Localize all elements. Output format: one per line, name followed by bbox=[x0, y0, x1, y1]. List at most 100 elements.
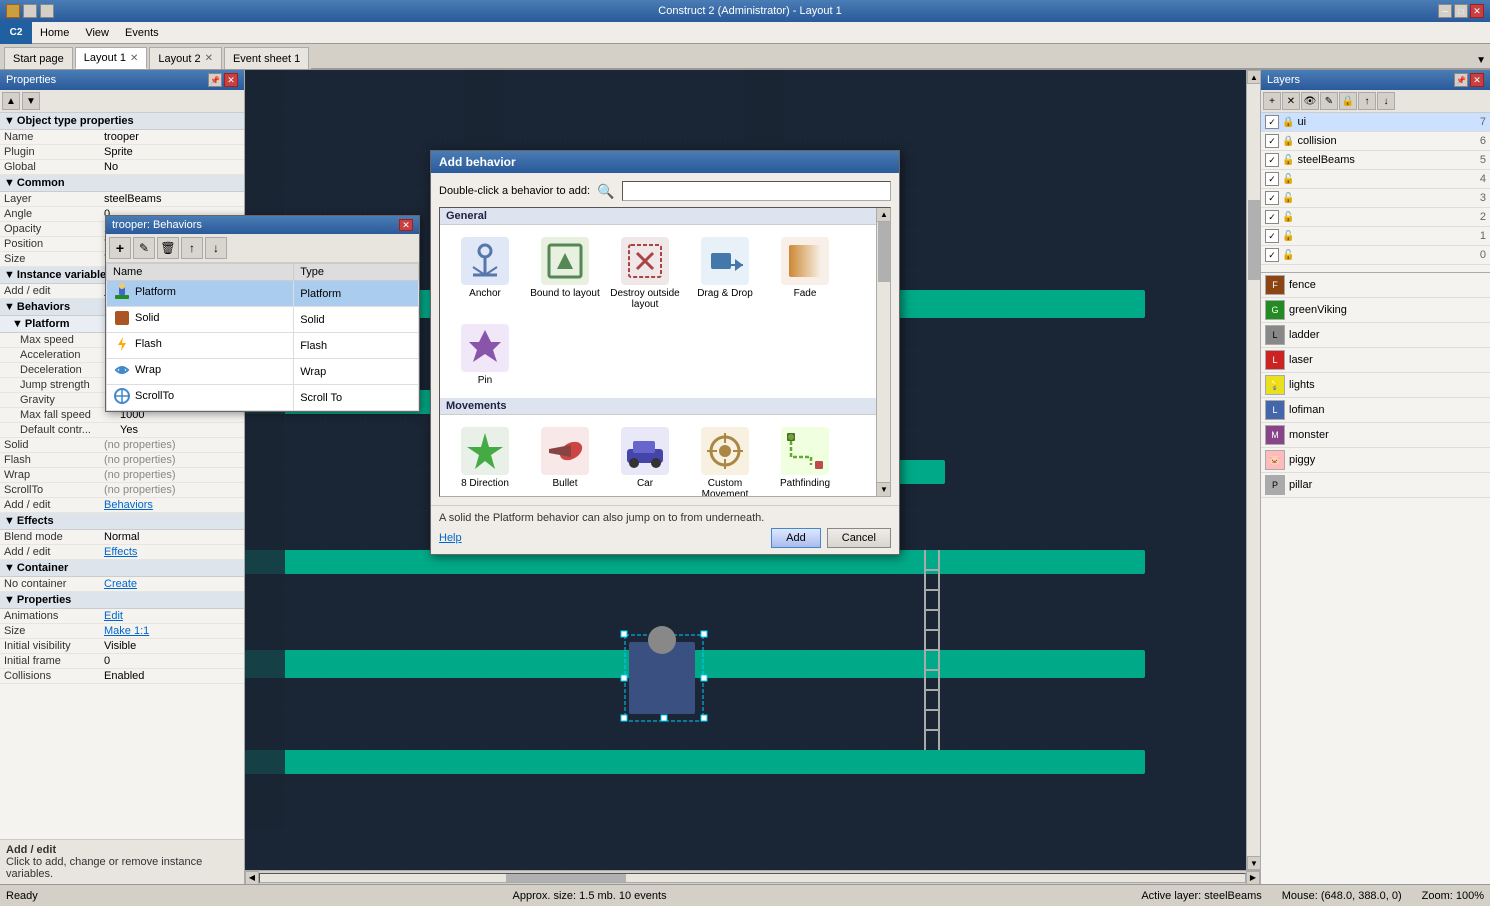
behavior-row-solid[interactable]: Solid Solid bbox=[107, 307, 419, 333]
add-behavior-add-btn[interactable]: Add bbox=[771, 528, 821, 548]
section-effects[interactable]: ▼ Effects bbox=[0, 513, 244, 530]
prop-toolbar-btn2[interactable]: ▼ bbox=[22, 92, 40, 110]
titlebar-close[interactable]: ✕ bbox=[1470, 4, 1484, 18]
behavior-row-wrap[interactable]: Wrap Wrap bbox=[107, 359, 419, 385]
object-lights[interactable]: 💡 lights bbox=[1261, 373, 1490, 398]
behavior-scroll-up[interactable]: ▲ bbox=[877, 208, 891, 222]
properties-close[interactable]: ✕ bbox=[224, 73, 238, 87]
canvas-scrollbar-h[interactable]: ◀ ▶ bbox=[245, 870, 1260, 884]
menu-events[interactable]: Events bbox=[117, 25, 167, 41]
layer-vis-steelbeams[interactable]: ✓ bbox=[1265, 153, 1279, 167]
maximize-button[interactable] bbox=[40, 4, 54, 18]
section-properties[interactable]: ▼ Properties bbox=[0, 592, 244, 609]
layers-down-btn[interactable]: ↓ bbox=[1377, 92, 1395, 110]
canvas-scroll-down[interactable]: ▼ bbox=[1247, 856, 1260, 870]
layer-vis-3[interactable]: ✓ bbox=[1265, 191, 1279, 205]
search-input[interactable] bbox=[622, 181, 891, 201]
section-container[interactable]: ▼ Container bbox=[0, 560, 244, 577]
tab-dropdown-btn[interactable]: ▼ bbox=[1472, 53, 1490, 69]
layer-row-3[interactable]: ✓ 🔓 3 bbox=[1261, 189, 1490, 208]
behavior-custom-movement[interactable]: Custom Movement bbox=[686, 421, 764, 497]
behavior-scroll-thumb[interactable] bbox=[878, 222, 890, 282]
layers-close[interactable]: ✕ bbox=[1470, 73, 1484, 87]
behaviors-delete-btn[interactable]: 🗑 bbox=[157, 237, 179, 259]
object-fence[interactable]: F fence bbox=[1261, 273, 1490, 298]
canvas-scroll-track-h[interactable] bbox=[259, 873, 1246, 883]
behavior-fade[interactable]: Fade bbox=[766, 231, 844, 316]
behavior-row-flash[interactable]: Flash Flash bbox=[107, 333, 419, 359]
behavior-destroy-outside[interactable]: Destroy outside layout bbox=[606, 231, 684, 316]
behavior-row-scrollto[interactable]: ScrollTo Scroll To bbox=[107, 385, 419, 411]
object-laser[interactable]: L laser bbox=[1261, 348, 1490, 373]
object-greenviking[interactable]: G greenViking bbox=[1261, 298, 1490, 323]
titlebar-minimize[interactable]: ─ bbox=[1438, 4, 1452, 18]
behavior-bullet[interactable]: Bullet bbox=[526, 421, 604, 497]
behavior-pathfinding[interactable]: Pathfinding bbox=[766, 421, 844, 497]
layer-row-1[interactable]: ✓ 🔓 1 bbox=[1261, 227, 1490, 246]
layer-row-collision[interactable]: ✓ 🔒 collision 6 bbox=[1261, 132, 1490, 151]
tab-start-page[interactable]: Start page bbox=[4, 47, 73, 69]
layer-vis-0[interactable]: ✓ bbox=[1265, 248, 1279, 262]
add-behavior-help-link[interactable]: Help bbox=[439, 532, 462, 544]
canvas-scroll-track-v[interactable] bbox=[1247, 84, 1260, 856]
menu-home[interactable]: Home bbox=[32, 25, 77, 41]
canvas-scroll-left[interactable]: ◀ bbox=[245, 871, 259, 885]
layers-add-btn[interactable]: + bbox=[1263, 92, 1281, 110]
tab-eventsheet1[interactable]: Event sheet 1 bbox=[224, 47, 309, 69]
canvas-scroll-right[interactable]: ▶ bbox=[1246, 871, 1260, 885]
object-pillar[interactable]: P pillar bbox=[1261, 473, 1490, 498]
behavior-anchor[interactable]: Anchor bbox=[446, 231, 524, 316]
layers-up-btn[interactable]: ↑ bbox=[1358, 92, 1376, 110]
behavior-scroll-track[interactable] bbox=[877, 222, 890, 482]
tab-layout1[interactable]: Layout 1 ✕ bbox=[75, 47, 148, 69]
object-piggy[interactable]: 🐷 piggy bbox=[1261, 448, 1490, 473]
minimize-button[interactable] bbox=[6, 4, 20, 18]
titlebar-maximize[interactable]: □ bbox=[1454, 4, 1468, 18]
canvas-scroll-up[interactable]: ▲ bbox=[1247, 70, 1260, 84]
tab-layout1-close[interactable]: ✕ bbox=[130, 53, 138, 64]
add-behavior-cancel-btn[interactable]: Cancel bbox=[827, 528, 891, 548]
layer-row-2[interactable]: ✓ 🔓 2 bbox=[1261, 208, 1490, 227]
behaviors-down-btn[interactable]: ↓ bbox=[205, 237, 227, 259]
layer-row-0[interactable]: ✓ 🔓 0 bbox=[1261, 246, 1490, 265]
layer-vis-collision[interactable]: ✓ bbox=[1265, 134, 1279, 148]
object-lofiman[interactable]: L lofiman bbox=[1261, 398, 1490, 423]
layer-row-ui[interactable]: ✓ 🔒 ui 7 bbox=[1261, 113, 1490, 132]
behavior-pin[interactable]: Pin bbox=[446, 318, 524, 392]
behaviors-up-btn[interactable]: ↑ bbox=[181, 237, 203, 259]
layer-row-4[interactable]: ✓ 🔓 4 bbox=[1261, 170, 1490, 189]
tab-layout2[interactable]: Layout 2 ✕ bbox=[149, 47, 222, 69]
section-common[interactable]: ▼ Common bbox=[0, 175, 244, 192]
menu-view[interactable]: View bbox=[77, 25, 117, 41]
behavior-bound-layout[interactable]: Bound to layout bbox=[526, 231, 604, 316]
layer-vis-2[interactable]: ✓ bbox=[1265, 210, 1279, 224]
layers-eye-btn[interactable]: 👁 bbox=[1301, 92, 1319, 110]
object-ladder[interactable]: L ladder bbox=[1261, 323, 1490, 348]
canvas-scrollbar-v[interactable]: ▲ ▼ bbox=[1246, 70, 1260, 870]
behavior-scroll-down[interactable]: ▼ bbox=[877, 482, 891, 496]
behaviors-add-btn[interactable]: + bbox=[109, 237, 131, 259]
layers-delete-btn[interactable]: ✕ bbox=[1282, 92, 1300, 110]
behavior-row-platform[interactable]: Platform Platform bbox=[107, 281, 419, 307]
behavior-grid-scrollbar[interactable]: ▲ ▼ bbox=[876, 208, 890, 496]
properties-pin[interactable]: 📌 bbox=[208, 73, 222, 87]
canvas-scroll-thumb-v[interactable] bbox=[1248, 200, 1260, 280]
section-object-type[interactable]: ▼ Object type properties bbox=[0, 113, 244, 130]
behaviors-dialog-close[interactable]: ✕ bbox=[399, 219, 413, 231]
canvas-scroll-thumb-h[interactable] bbox=[506, 874, 626, 882]
layers-lock-btn[interactable]: 🔒 bbox=[1339, 92, 1357, 110]
layers-pencil-btn[interactable]: ✎ bbox=[1320, 92, 1338, 110]
layer-vis-ui[interactable]: ✓ bbox=[1265, 115, 1279, 129]
layer-row-steelbeams[interactable]: ✓ 🔓 steelBeams 5 bbox=[1261, 151, 1490, 170]
layers-pin[interactable]: 📌 bbox=[1454, 73, 1468, 87]
behaviors-edit-btn[interactable]: ✎ bbox=[133, 237, 155, 259]
tab-layout2-close[interactable]: ✕ bbox=[205, 53, 213, 64]
restore-button[interactable] bbox=[23, 4, 37, 18]
behavior-8direction[interactable]: 8 Direction bbox=[446, 421, 524, 497]
layer-vis-1[interactable]: ✓ bbox=[1265, 229, 1279, 243]
behavior-car[interactable]: Car bbox=[606, 421, 684, 497]
behavior-drag-drop[interactable]: Drag & Drop bbox=[686, 231, 764, 316]
prop-toolbar-btn1[interactable]: ▲ bbox=[2, 92, 20, 110]
object-monster[interactable]: M monster bbox=[1261, 423, 1490, 448]
layer-vis-4[interactable]: ✓ bbox=[1265, 172, 1279, 186]
